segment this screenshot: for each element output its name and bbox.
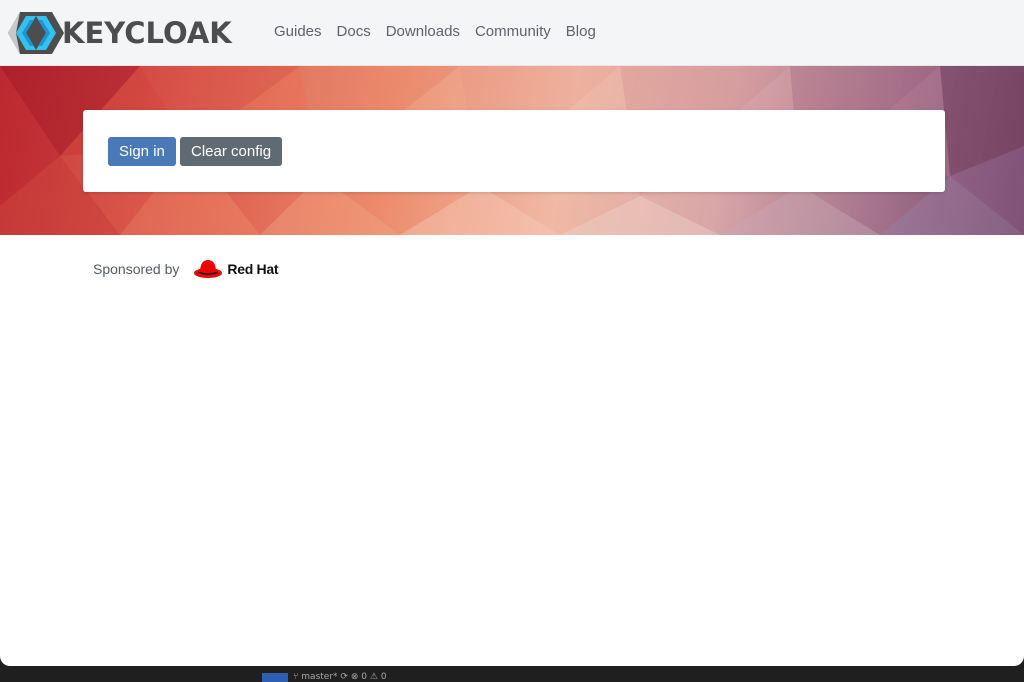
nav-link-guides[interactable]: Guides — [274, 22, 322, 42]
brand-name: KEYCLOAK — [62, 16, 232, 50]
sponsor-section: Sponsored by Red Hat — [93, 258, 279, 280]
brand-logo[interactable]: KEYCLOAK — [8, 10, 232, 56]
top-navbar: KEYCLOAK Guides Docs Downloads Community… — [0, 0, 1024, 66]
sponsor-label: Sponsored by — [93, 261, 180, 277]
error-icon: ⊗ — [350, 672, 359, 682]
nav-link-docs[interactable]: Docs — [337, 22, 371, 42]
branch-name: master* — [301, 672, 338, 682]
editor-status-bar: ⑂ master* ⟳ ⊗ 0 ⚠ 0 — [0, 666, 1024, 682]
sign-in-button[interactable]: Sign in — [108, 137, 176, 166]
redhat-fedora-icon — [194, 260, 223, 278]
status-branch[interactable]: ⑂ master* ⟳ ⊗ 0 ⚠ 0 — [293, 672, 387, 682]
redhat-logo[interactable]: Red Hat — [193, 258, 279, 280]
clear-config-button[interactable]: Clear config — [180, 137, 283, 166]
keycloak-hexagon-icon — [8, 12, 64, 54]
warning-count: 0 — [380, 672, 387, 682]
warning-icon: ⚠ — [369, 672, 378, 682]
browser-page: KEYCLOAK Guides Docs Downloads Community… — [0, 0, 1024, 666]
nav-link-blog[interactable]: Blog — [566, 22, 596, 42]
nav-link-downloads[interactable]: Downloads — [386, 22, 460, 42]
nav-link-community[interactable]: Community — [475, 22, 551, 42]
main-nav: Guides Docs Downloads Community Blog — [274, 22, 611, 42]
sync-icon: ⟳ — [340, 672, 348, 682]
remote-indicator[interactable] — [262, 673, 288, 682]
error-count: 0 — [361, 672, 367, 682]
redhat-wordmark: Red Hat — [227, 261, 279, 277]
branch-icon: ⑂ — [293, 672, 299, 682]
login-card: Sign in Clear config — [83, 110, 945, 192]
